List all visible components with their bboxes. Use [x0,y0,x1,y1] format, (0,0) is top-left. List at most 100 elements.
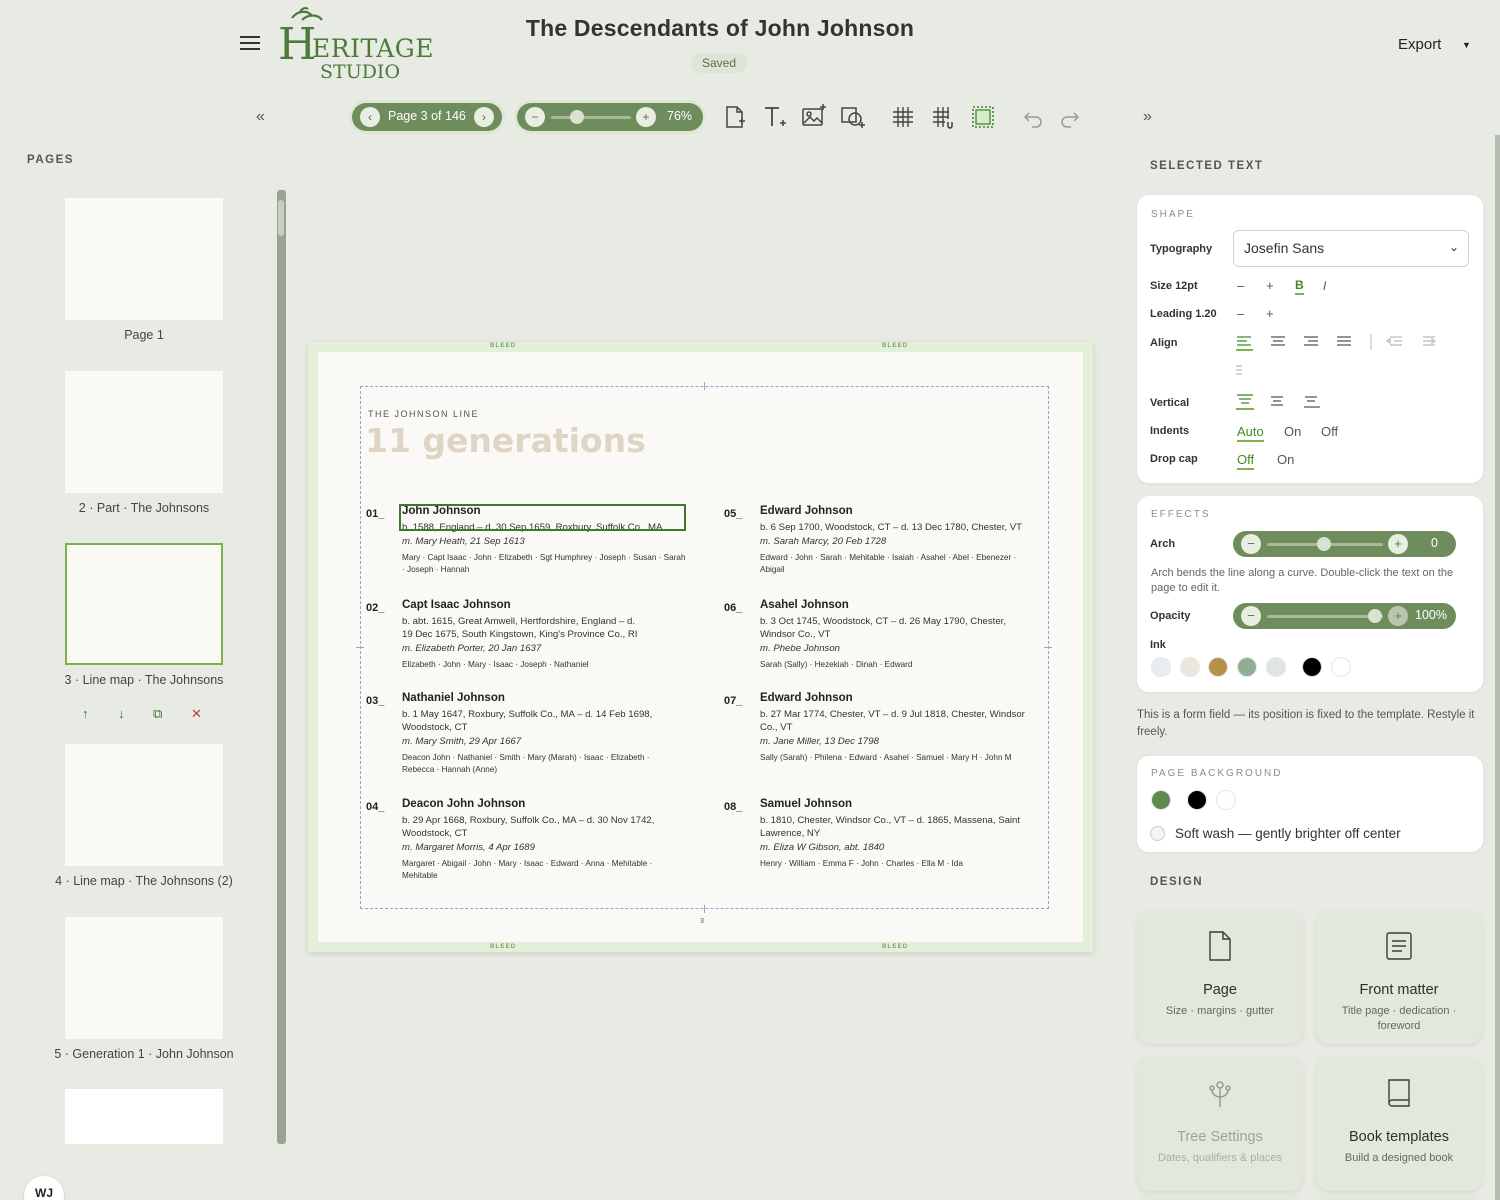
front-matter-design-card[interactable]: Front matter Title page · dedication · f… [1316,910,1482,1044]
pages-scrollbar-thumb[interactable] [278,200,284,236]
generation-dates[interactable]: b. abt. 1615, Great Amwell, Hertfordshir… [402,615,635,628]
generation-number[interactable]: 08_ [724,801,742,813]
generation-marriage[interactable]: m. Elizabeth Porter, 20 Jan 1637 [402,643,541,654]
vertical-middle-icon[interactable] [1271,396,1283,406]
generation-children-continued[interactable]: Mehitable [402,870,438,882]
duplicate-icon[interactable]: ⧉ [153,706,162,722]
generation-name[interactable]: Deacon John Johnson [402,798,525,810]
design-card-partial[interactable] [1137,1194,1303,1200]
generation-name[interactable]: Asahel Johnson [760,599,849,611]
dropcap-off-option[interactable]: Off [1237,452,1255,470]
section-title[interactable]: 11 generations [365,421,646,460]
soft-wash-label[interactable]: Soft wash — gently brighter off center [1175,826,1401,841]
size-decrease-button[interactable]: – [1237,278,1244,293]
arch-slider-handle[interactable] [1317,537,1331,551]
align-left-icon[interactable] [1236,336,1253,351]
generation-marriage[interactable]: m. Mary Smith, 29 Apr 1667 [402,736,521,747]
align-right-icon[interactable] [1304,336,1318,346]
page-thumbnail-1[interactable] [65,198,223,320]
book-templates-design-card[interactable]: Book templates Build a designed book [1316,1057,1482,1191]
section-kicker[interactable]: THE JOHNSON LINE [368,409,479,419]
align-justify-icon[interactable] [1337,336,1351,346]
bold-toggle[interactable]: B [1295,278,1304,295]
generation-dates-continued[interactable]: Windsor Co., VT [760,628,830,641]
export-button[interactable]: Export [1398,36,1441,53]
generation-marriage[interactable]: m. Mary Heath, 21 Sep 1613 [402,536,525,547]
grid-icon[interactable] [890,104,916,130]
background-color-swatch[interactable] [1151,790,1171,810]
document-title[interactable]: The Descendants of John Johnson [0,15,1440,42]
background-color-swatch[interactable] [1187,790,1207,810]
arch-slider[interactable]: − + 0 [1233,531,1456,557]
indents-on-option[interactable]: On [1284,424,1301,439]
indents-auto-option[interactable]: Auto [1237,424,1264,442]
page-thumbnail-2[interactable] [65,371,223,493]
generation-marriage[interactable]: m. Eliza W Gibson, abt. 1840 [760,842,884,853]
generation-dates[interactable]: b. 3 Oct 1745, Woodstock, CT – d. 26 May… [760,615,1006,628]
previous-page-icon[interactable]: ‹ [360,107,380,127]
generation-dates-continued[interactable]: Woodstock, CT [402,721,467,734]
add-shape-icon[interactable] [840,104,866,130]
opacity-slider[interactable]: − + 100% [1233,603,1456,629]
vertical-top-icon[interactable] [1236,394,1254,410]
generation-number[interactable]: 02_ [366,602,384,614]
generation-dates-continued[interactable]: Co., VT [760,721,793,734]
generation-children-continued[interactable]: Abigail [760,564,785,576]
generation-number[interactable]: 01_ [366,508,384,520]
generation-dates-continued[interactable]: 19 Dec 1675, South Kingstown, King's Pro… [402,628,637,641]
generation-number[interactable]: 06_ [724,602,742,614]
page-thumbnail-5[interactable] [65,917,223,1039]
generation-dates[interactable]: b. 29 Apr 1668, Roxbury, Suffolk Co., MA… [402,814,654,827]
generation-name[interactable]: Edward Johnson [760,505,853,517]
ink-color-swatch[interactable] [1237,657,1257,677]
user-avatar[interactable]: WJ [24,1176,64,1200]
redo-icon[interactable] [1057,104,1083,130]
generation-marriage[interactable]: m. Phebe Johnson [760,643,840,654]
generation-name[interactable]: Capt Isaac Johnson [402,599,511,611]
opacity-decrease-icon[interactable]: − [1241,606,1261,626]
generation-children-continued[interactable]: · Joseph · Hannah [402,564,469,576]
generation-dates[interactable]: b. 27 Mar 1774, Chester, VT – d. 9 Jul 1… [760,708,1025,721]
leading-increase-button[interactable]: + [1266,306,1274,321]
generation-children[interactable]: Mary · Capt Isaac · John · Elizabeth · S… [402,552,686,564]
generation-children[interactable]: Margaret · Abigail · John · Mary · Isaac… [402,858,652,870]
chevron-down-icon[interactable]: ⌄ [1449,240,1459,254]
generation-marriage[interactable]: m. Jane Miller, 13 Dec 1798 [760,736,879,747]
generation-number[interactable]: 03_ [366,695,384,707]
collapse-left-panel-icon[interactable]: « [256,108,265,126]
indents-off-option[interactable]: Off [1321,424,1338,439]
move-down-icon[interactable]: ↓ [118,706,125,721]
zoom-in-icon[interactable]: + [636,107,656,127]
ink-color-swatch[interactable] [1266,657,1286,677]
generation-marriage[interactable]: m. Sarah Marcy, 20 Feb 1728 [760,536,886,547]
collapse-right-panel-icon[interactable]: » [1143,108,1152,126]
generation-children[interactable]: Deacon John · Nathaniel · Smith · Mary (… [402,752,650,764]
export-caret-icon[interactable]: ▼ [1462,40,1471,50]
outdent-icon[interactable] [1385,336,1402,346]
generation-number[interactable]: 04_ [366,801,384,813]
size-increase-button[interactable]: + [1266,278,1274,293]
generation-children[interactable]: Edward · John · Sarah · Mehitable · Isai… [760,552,1016,564]
add-page-icon[interactable] [722,104,748,130]
page-thumbnail-4[interactable] [65,744,223,866]
generation-children[interactable]: Elizabeth · John · Mary · Isaac · Joseph… [402,659,589,671]
pages-scrollbar[interactable] [277,190,286,1144]
ink-color-swatch[interactable] [1208,657,1228,677]
page-design-card[interactable]: Page Size · margins · gutter [1137,910,1303,1044]
generation-marriage[interactable]: m. Margaret Morris, 4 Apr 1689 [402,842,535,853]
generation-number[interactable]: 05_ [724,508,742,520]
generation-name[interactable]: Samuel Johnson [760,798,852,810]
opacity-slider-track[interactable] [1267,615,1383,618]
add-image-icon[interactable] [801,104,827,130]
generation-children[interactable]: Henry · William · Emma F · John · Charle… [760,858,963,870]
arch-increase-icon[interactable]: + [1388,534,1408,554]
background-color-swatch[interactable] [1216,790,1236,810]
generation-children[interactable]: Sarah (Sally) · Hezekiah · Dinah · Edwar… [760,659,912,671]
generation-dates-continued[interactable]: Woodstock, CT [402,827,467,840]
ink-color-swatch[interactable] [1180,657,1200,677]
zoom-slider-handle[interactable] [570,110,584,124]
generation-number[interactable]: 07_ [724,695,742,707]
delete-icon[interactable]: ✕ [191,706,202,722]
undo-icon[interactable] [1020,104,1046,130]
ink-color-swatch[interactable] [1331,657,1351,677]
